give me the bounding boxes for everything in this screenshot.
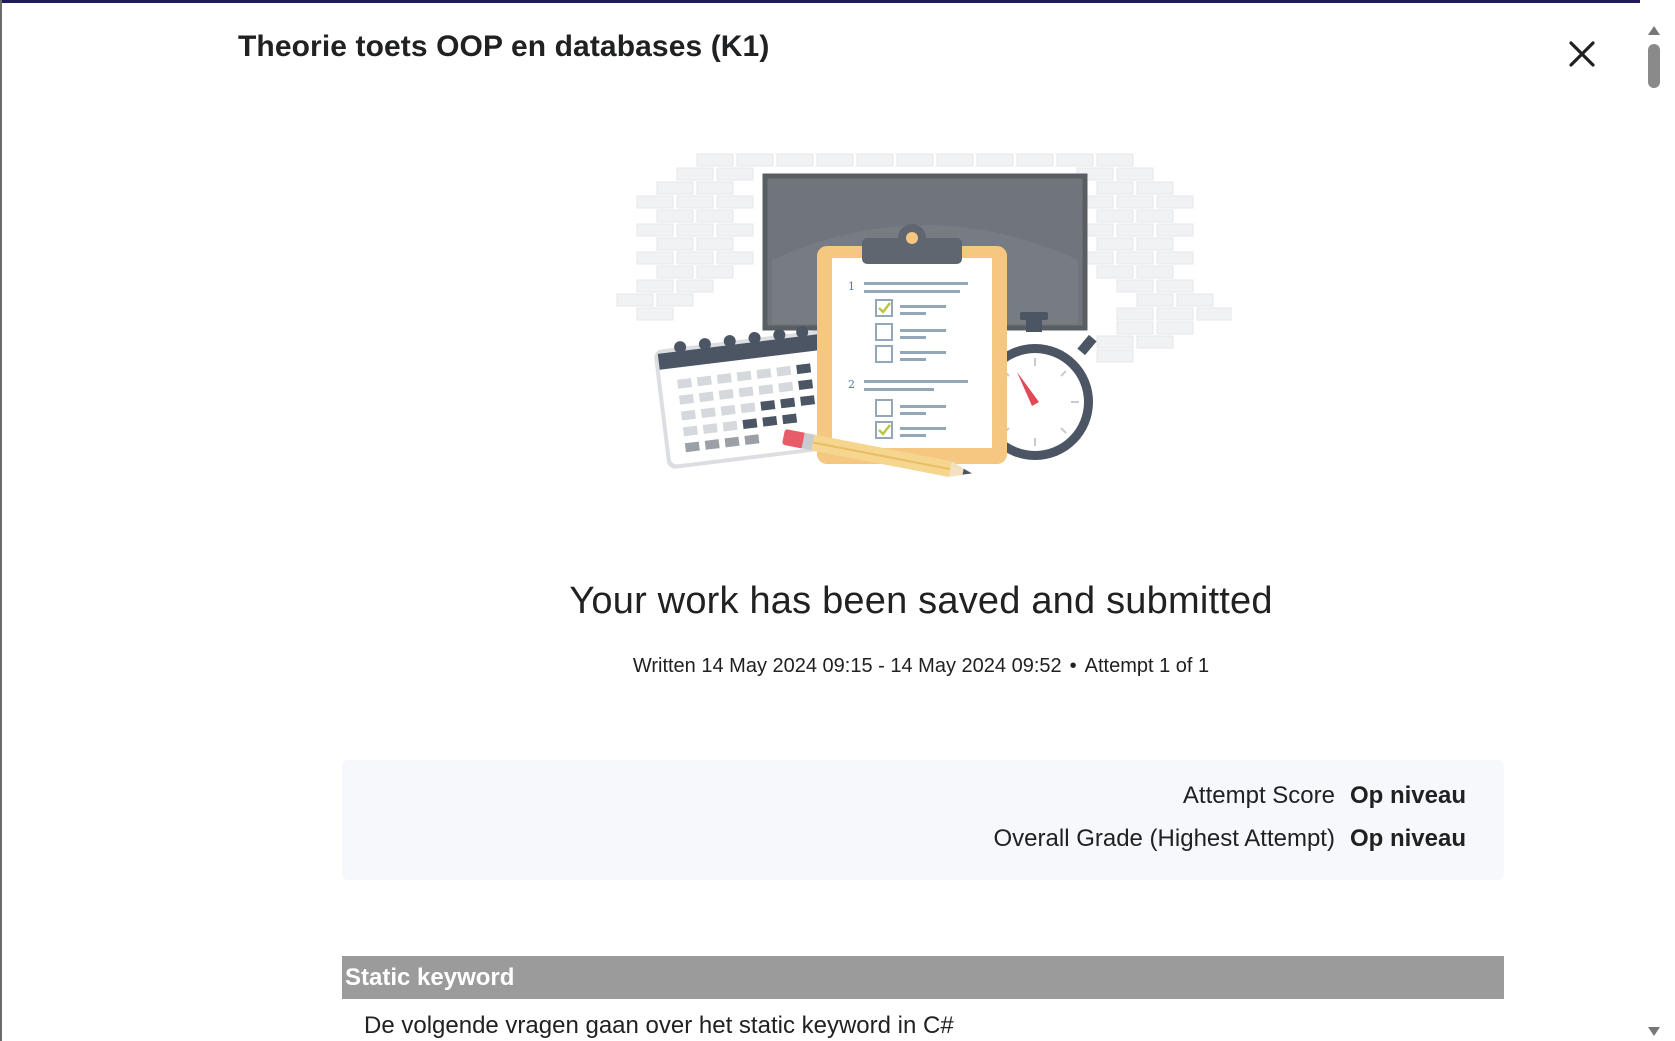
illustration-graphic: 1 2 [616,153,1234,478]
attempt-score-row: Attempt Score Op niveau [1183,782,1466,810]
attempt-count: Attempt 1 of 1 [1084,655,1210,677]
overall-grade-value: Op niveau [1349,825,1466,852]
close-button[interactable] [1560,32,1604,76]
overall-grade-label: Overall Grade (Highest Attempt) [993,825,1335,852]
submission-headline: Your work has been saved and submitted [569,580,1273,622]
vertical-scrollbar[interactable] [1640,0,1675,1041]
attempt-score-label: Attempt Score [1182,782,1335,809]
checklist-number-2: 2 [848,378,855,391]
checklist-number-1: 1 [848,280,855,293]
scroll-down-arrow-icon[interactable] [1648,1027,1660,1036]
attempt-meta: Written 14 May 2024 09:15 - 14 May 2024 … [0,655,1675,678]
window-top-border [0,0,1675,3]
written-timestamp: Written 14 May 2024 09:15 - 14 May 2024 … [632,655,1062,677]
bullet-separator: • [1069,655,1077,677]
quiz-submitted-illustration: 1 2 [612,140,1234,525]
section-header: Static keyword [342,956,1504,999]
overall-grade-row: Overall Grade (Highest Attempt) Op nivea… [994,825,1467,853]
score-summary-card: Attempt Score Op niveau Overall Grade (H… [342,760,1504,880]
window-left-border [0,0,2,1041]
close-icon [1569,41,1595,67]
section-description: De volgende vragen gaan over het static … [364,1012,954,1039]
attempt-score-value: Op niveau [1349,782,1466,809]
clipboard-icon: 1 2 [817,224,1007,464]
scrollbar-thumb[interactable] [1648,44,1660,88]
dialog-title: Theorie toets OOP en databases (K1) [238,30,770,63]
scroll-up-arrow-icon[interactable] [1648,26,1660,35]
